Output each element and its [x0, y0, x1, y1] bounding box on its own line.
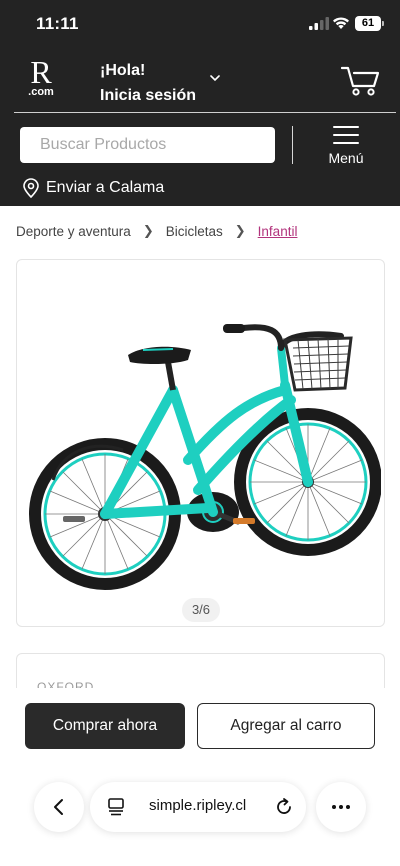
ripley-logo[interactable]: R .com [24, 56, 58, 98]
product-image-card[interactable]: 3/6 [16, 259, 385, 627]
browser-more-button[interactable] [316, 782, 366, 832]
breadcrumb: Deporte y aventura ❯ Bicicletas ❯ Infant… [16, 223, 297, 239]
product-image-bicycle[interactable] [23, 290, 381, 590]
purchase-actions: Comprar ahora Agregar al carro [0, 688, 400, 768]
menu-label: Menú [328, 150, 364, 166]
login-link[interactable]: Inicia sesión [100, 83, 196, 108]
breadcrumb-item-bicicletas[interactable]: Bicicletas [166, 224, 223, 239]
shipping-location[interactable]: Enviar a Calama [22, 178, 164, 198]
url-text[interactable]: simple.ripley.cl [149, 797, 246, 814]
more-icon [332, 805, 350, 809]
back-icon [54, 799, 63, 815]
breadcrumb-chevron-icon: ❯ [142, 223, 154, 238]
breadcrumb-item-deporte[interactable]: Deporte y aventura [16, 224, 131, 239]
search-input[interactable] [20, 127, 275, 163]
wifi-icon [333, 17, 349, 29]
add-to-cart-button[interactable]: Agregar al carro [197, 703, 375, 749]
battery-icon: 61 [355, 16, 384, 31]
header-separator [292, 126, 293, 164]
greeting-text: ¡Hola! [100, 62, 146, 79]
buy-now-button[interactable]: Comprar ahora [25, 703, 185, 749]
cart-icon[interactable] [341, 64, 379, 96]
account-greeting[interactable]: ¡Hola! Inicia sesión [100, 58, 196, 108]
breadcrumb-item-infantil[interactable]: Infantil [258, 224, 298, 239]
gallery-pager: 3/6 [182, 598, 220, 622]
status-bar: 11:11 61 [0, 0, 400, 50]
menu-button[interactable]: Menú [318, 124, 374, 170]
breadcrumb-chevron-icon: ❯ [234, 223, 246, 238]
browser-toolbar: simple.ripley.cl [0, 768, 400, 866]
tabs-icon[interactable] [108, 798, 124, 816]
chevron-down-icon[interactable] [210, 74, 220, 82]
address-bar[interactable]: simple.ripley.cl [90, 782, 306, 832]
location-pin-icon [23, 178, 39, 198]
status-time: 11:11 [36, 14, 79, 33]
shipping-text: Enviar a Calama [46, 179, 165, 196]
signal-icon [309, 17, 329, 30]
browser-back-button[interactable] [34, 782, 84, 832]
site-header: 11:11 61 R .com ¡Hola! Inicia sesión Bus… [0, 0, 400, 206]
hamburger-icon [333, 126, 359, 144]
header-divider [14, 112, 396, 113]
reload-icon[interactable] [274, 797, 294, 817]
logo-letter: R [30, 54, 52, 90]
logo-suffix: .com [28, 86, 54, 98]
